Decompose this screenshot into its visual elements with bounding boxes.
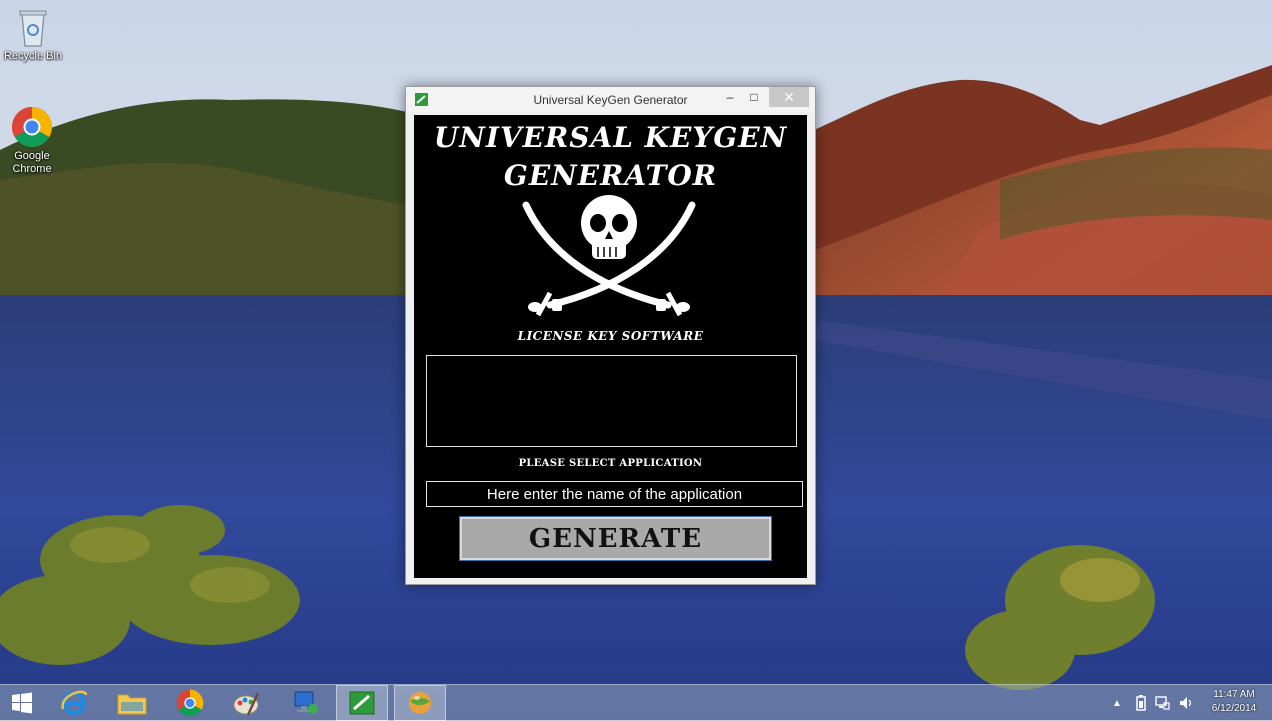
skull-crossed-swords-icon: [522, 195, 696, 317]
internet-explorer-icon: [61, 690, 88, 715]
logo-tagline: LICENSE KEY SOFTWARE: [517, 329, 704, 343]
folder-icon: [117, 694, 147, 715]
application-name-input[interactable]: [426, 481, 803, 507]
logo-title-line2: GENERATOR: [503, 159, 718, 192]
taskbar-paint[interactable]: [220, 685, 272, 721]
taskbar-keygen-app[interactable]: [336, 685, 388, 721]
clock-date: 6/12/2014: [1211, 703, 1257, 714]
taskbar-file-explorer[interactable]: [106, 685, 158, 721]
desktop-icon-label: Google Chrome: [12, 150, 52, 175]
desktop-icon-google-chrome[interactable]: Google Chrome: [0, 106, 67, 176]
select-application-label: PLEASE SELECT APPLICATION: [518, 458, 703, 469]
taskbar-internet-explorer[interactable]: [48, 685, 100, 721]
globe-ball-icon: [409, 692, 431, 714]
keygen-window: Universal KeyGen Generator – □ ✕ UNIVERS…: [405, 86, 816, 585]
taskbar-network-app[interactable]: [280, 685, 332, 721]
generate-button[interactable]: GENERATE: [459, 516, 772, 561]
chrome-icon: [176, 689, 204, 717]
battery-icon[interactable]: [1136, 695, 1146, 711]
window-titlebar[interactable]: Universal KeyGen Generator – □ ✕: [406, 87, 815, 112]
windows-logo-icon: [12, 692, 32, 714]
chevron-up-icon[interactable]: ▲: [1112, 698, 1122, 709]
close-button[interactable]: ✕: [769, 87, 809, 107]
desktop-icon-recycle-bin[interactable]: Recycle Bin: [0, 6, 68, 63]
taskbar: ▲ 11:47 AM 6/12/2014: [0, 684, 1272, 721]
recycle-bin-icon: [19, 10, 47, 47]
taskbar-ball-app[interactable]: [394, 685, 446, 721]
network-icon[interactable]: [1154, 695, 1170, 711]
maximize-button[interactable]: □: [744, 87, 764, 107]
system-tray: ▲: [1112, 685, 1194, 721]
volume-icon[interactable]: [1178, 695, 1194, 711]
keygen-panel: UNIVERSAL KEYGEN GENERATOR LICENSE KEY S…: [414, 115, 807, 578]
logo-title: UNIVERSAL KEYGEN GENERATOR: [414, 119, 807, 195]
paint-icon: [233, 692, 260, 716]
key-output-box[interactable]: [426, 355, 797, 447]
chrome-icon: [12, 107, 52, 147]
desktop-icon-label: Recycle Bin: [3, 50, 63, 62]
minimize-button[interactable]: –: [720, 87, 740, 107]
start-button[interactable]: [0, 685, 44, 721]
keygen-icon: [349, 691, 375, 715]
logo-title-line1: UNIVERSAL KEYGEN: [433, 121, 788, 154]
computer-network-icon: [294, 691, 318, 714]
taskbar-chrome[interactable]: [164, 685, 216, 721]
clock-time: 11:47 AM: [1213, 689, 1255, 700]
taskbar-clock[interactable]: 11:47 AM 6/12/2014: [1204, 688, 1264, 716]
